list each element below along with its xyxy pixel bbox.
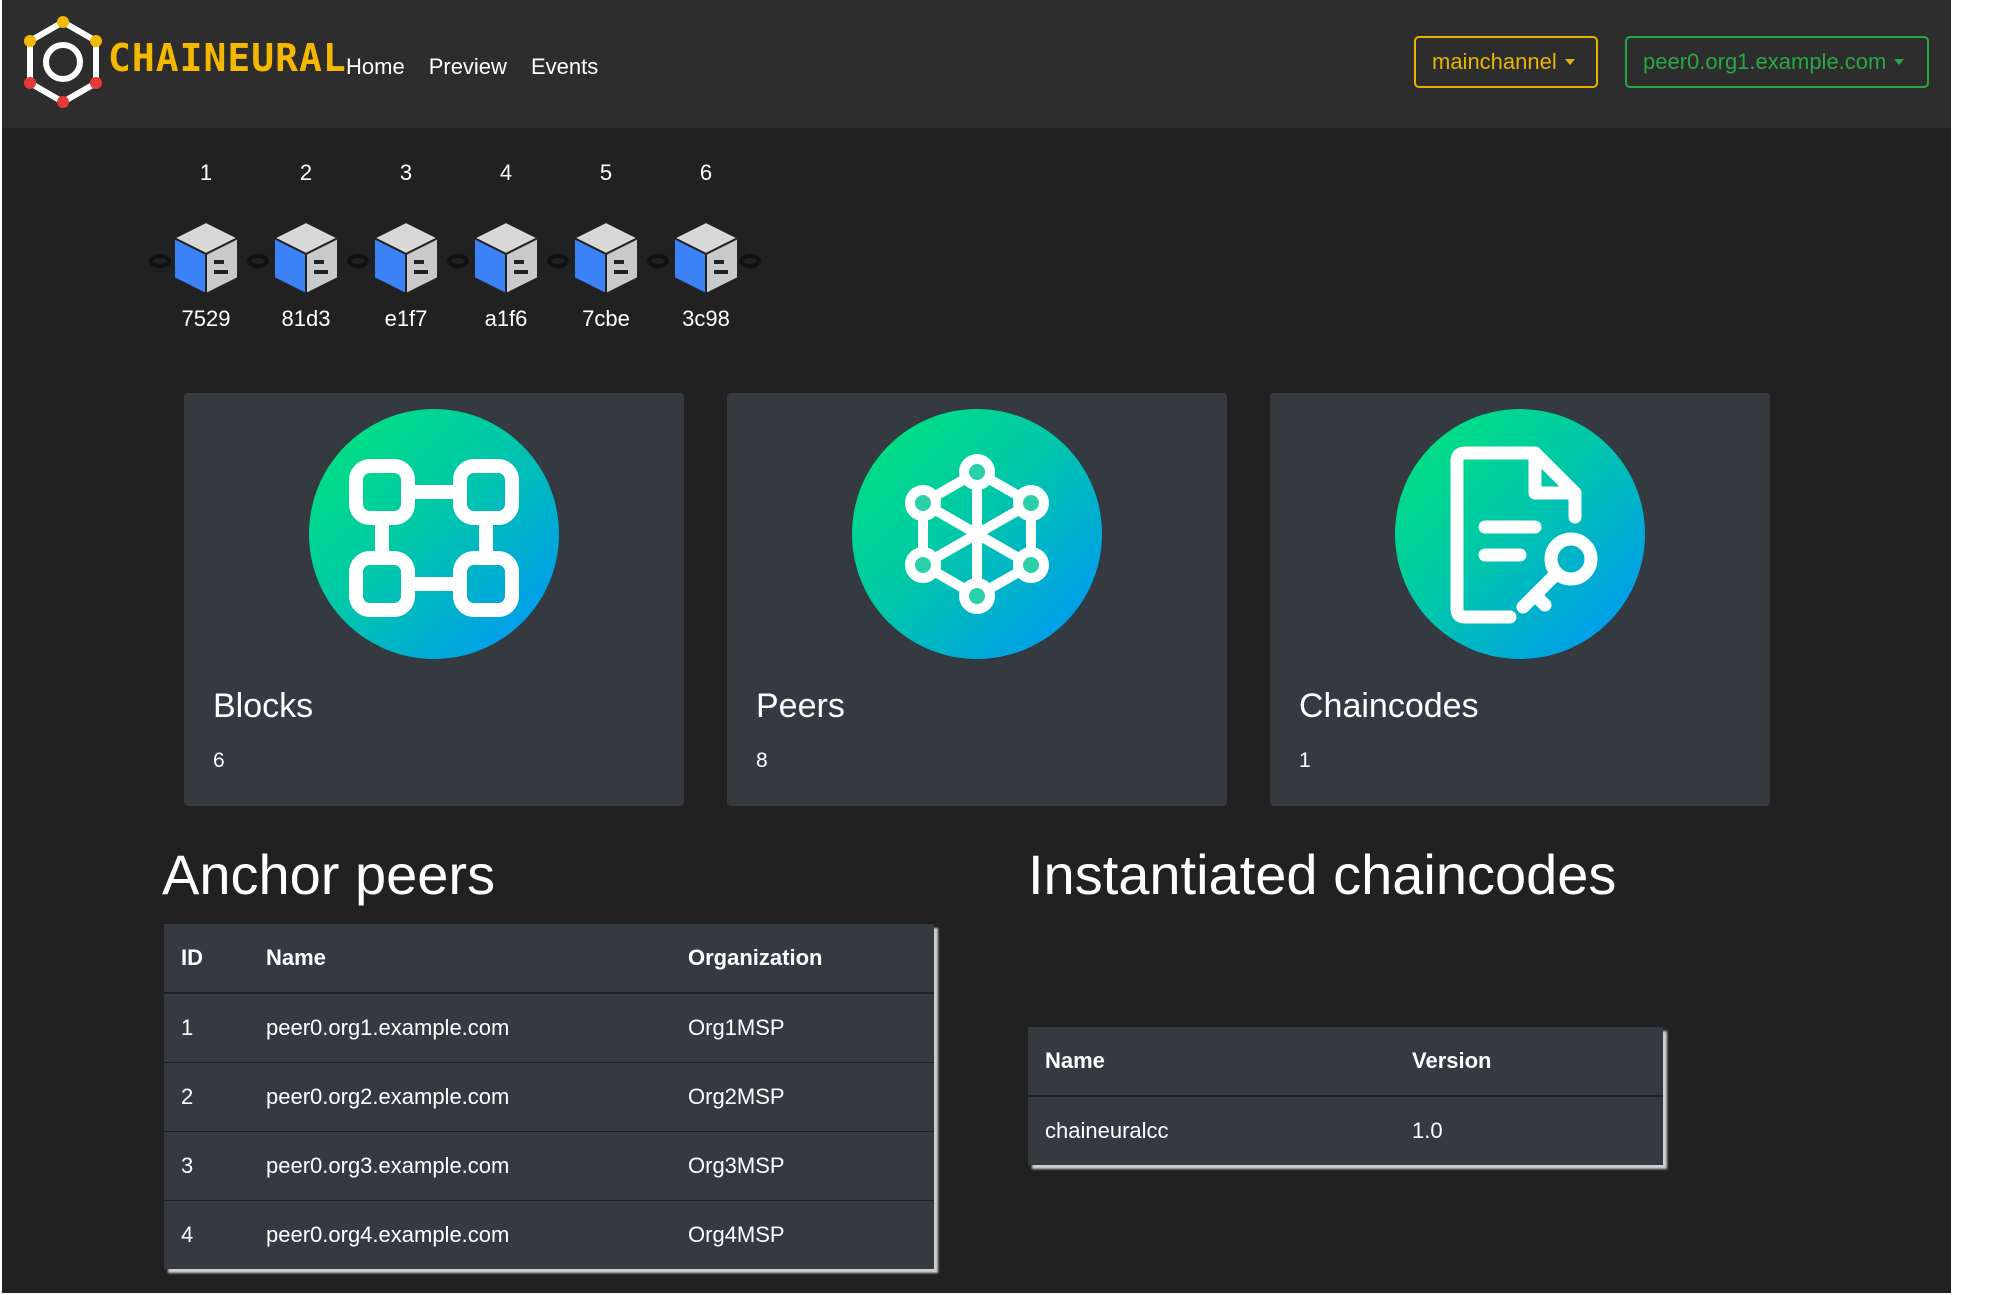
nav-preview-link[interactable]: Preview <box>429 54 507 80</box>
stat-title: Blocks <box>213 687 314 725</box>
block-item[interactable]: 4 a1f6 <box>456 160 556 340</box>
main-nav: Home Preview Events <box>346 54 598 80</box>
table-row: 3 peer0.org3.example.com Org3MSP <box>164 1131 934 1201</box>
peer-name: peer0.org2.example.com <box>249 1062 671 1132</box>
peer-name: peer0.org3.example.com <box>249 1131 671 1201</box>
peer-org: Org1MSP <box>671 992 934 1063</box>
peer-dropdown-label: peer0.org1.example.com <box>1643 49 1887 74</box>
column-header-name[interactable]: Name <box>1028 1027 1395 1097</box>
block-hash: 7cbe <box>582 306 630 331</box>
block-cube-icon <box>471 220 541 296</box>
table-row: 2 peer0.org2.example.com Org2MSP <box>164 1062 934 1132</box>
table-header-row: Name Version <box>1028 1027 1663 1097</box>
block-item[interactable]: 2 81d3 <box>256 160 356 340</box>
chaincode-document-key-icon <box>1395 409 1645 659</box>
block-chain-view: 1 7529 2 81d3 3 e1f7 4 a1f6 5 7cbe 6 3c98 <box>149 160 776 340</box>
block-cube-icon <box>671 220 741 296</box>
block-item[interactable]: 3 e1f7 <box>356 160 456 340</box>
block-cube-icon <box>271 220 341 296</box>
table-row: 1 peer0.org1.example.com Org1MSP <box>164 992 934 1063</box>
column-header-organization[interactable]: Organization <box>671 924 934 994</box>
table-row: 4 peer0.org4.example.com Org4MSP <box>164 1200 934 1269</box>
chaincode-version: 1.0 <box>1395 1095 1663 1165</box>
peer-org: Org4MSP <box>671 1200 934 1269</box>
block-item[interactable]: 1 7529 <box>156 160 256 340</box>
column-header-name[interactable]: Name <box>249 924 671 994</box>
peer-id: 4 <box>164 1200 249 1269</box>
block-number: 4 <box>499 160 513 185</box>
block-number: 5 <box>599 160 613 185</box>
peer-id: 3 <box>164 1131 249 1201</box>
chaincodes-table: Name Version chaineuralcc 1.0 <box>1028 1027 1663 1165</box>
stat-count: 6 <box>213 749 225 772</box>
chevron-down-icon <box>1564 59 1575 65</box>
block-hash: 81d3 <box>281 306 331 331</box>
peer-org: Org2MSP <box>671 1062 934 1132</box>
chevron-down-icon <box>1894 59 1905 65</box>
block-hash: 3c98 <box>682 306 730 331</box>
anchor-peers-heading: Anchor peers <box>162 843 496 906</box>
block-cube-icon <box>171 220 241 296</box>
nav-events-link[interactable]: Events <box>531 54 598 80</box>
block-hash: e1f7 <box>384 306 428 331</box>
block-number: 3 <box>399 160 413 185</box>
peer-dropdown[interactable]: peer0.org1.example.com <box>1625 36 1929 88</box>
instantiated-chaincodes-heading: Instantiated chaincodes <box>1028 843 1617 906</box>
peer-name: peer0.org4.example.com <box>249 1200 671 1269</box>
block-hash: a1f6 <box>484 306 528 331</box>
chaineural-logo-icon <box>24 16 102 108</box>
block-number: 2 <box>299 160 313 185</box>
block-item[interactable]: 6 3c98 <box>656 160 756 340</box>
table-header-row: ID Name Organization <box>164 924 934 994</box>
block-cube-icon <box>371 220 441 296</box>
peer-id: 2 <box>164 1062 249 1132</box>
blocks-stat-card[interactable]: Blocks 6 <box>184 393 684 806</box>
anchor-peers-table: ID Name Organization 1 peer0.org1.exampl… <box>164 924 934 1269</box>
nav-home-link[interactable]: Home <box>346 54 405 80</box>
block-number: 1 <box>199 160 213 185</box>
table-row: chaineuralcc 1.0 <box>1028 1095 1663 1165</box>
column-header-version[interactable]: Version <box>1395 1027 1663 1097</box>
channel-dropdown[interactable]: mainchannel <box>1414 36 1598 88</box>
peers-stat-card[interactable]: Peers 8 <box>727 393 1227 806</box>
chaincode-name: chaineuralcc <box>1028 1095 1395 1165</box>
block-number: 6 <box>699 160 713 185</box>
block-hash: 7529 <box>181 306 231 331</box>
channel-dropdown-label: mainchannel <box>1432 49 1557 74</box>
stat-title: Chaincodes <box>1299 687 1479 725</box>
blocks-icon <box>309 409 559 659</box>
block-item[interactable]: 5 7cbe <box>556 160 656 340</box>
peers-network-icon <box>852 409 1102 659</box>
block-cube-icon <box>571 220 641 296</box>
column-header-id[interactable]: ID <box>164 924 249 994</box>
chaincodes-stat-card[interactable]: Chaincodes 1 <box>1270 393 1770 806</box>
peer-name: peer0.org1.example.com <box>249 992 671 1063</box>
top-navbar: CHAINEURAL Home Preview Events mainchann… <box>2 0 1951 128</box>
stat-count: 8 <box>756 749 768 772</box>
stat-count: 1 <box>1299 749 1311 772</box>
stat-title: Peers <box>756 687 845 725</box>
brand-name[interactable]: CHAINEURAL <box>108 36 347 80</box>
peer-org: Org3MSP <box>671 1131 934 1201</box>
peer-id: 1 <box>164 992 249 1063</box>
app-root: CHAINEURAL Home Preview Events mainchann… <box>2 0 1951 1293</box>
